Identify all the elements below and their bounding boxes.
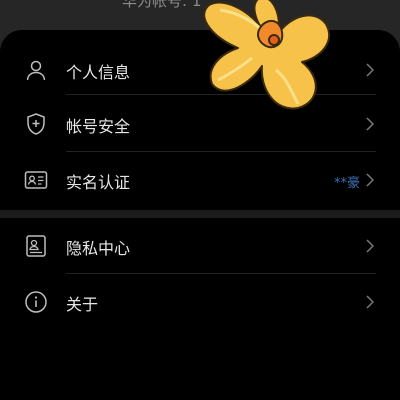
id-card-icon <box>24 171 48 189</box>
chevron-right-icon <box>366 173 374 187</box>
flower-sticker-icon <box>203 0 330 110</box>
chevron-right-icon <box>366 295 374 309</box>
shield-icon <box>27 113 45 135</box>
section-gap <box>0 210 400 218</box>
menu-card-secondary: 隐私中心 关于 <box>0 218 400 400</box>
info-icon <box>25 291 47 313</box>
menu-item-privacy-center[interactable]: 隐私中心 <box>0 218 400 274</box>
chevron-right-icon <box>366 239 374 253</box>
menu-item-label: 帐号安全 <box>66 117 131 136</box>
menu-item-label: 实名认证 <box>66 173 131 192</box>
menu-item-label: 关于 <box>66 295 99 314</box>
verified-name-value: **豪 <box>333 176 360 191</box>
privacy-icon <box>26 235 46 257</box>
person-icon <box>26 60 46 81</box>
menu-item-label: 个人信息 <box>66 63 131 82</box>
menu-item-about[interactable]: 关于 <box>0 274 400 330</box>
menu-item-real-name-verification[interactable]: 实名认证 **豪 <box>0 152 400 208</box>
menu-item-label: 隐私中心 <box>66 239 131 258</box>
chevron-right-icon <box>366 63 374 77</box>
account-settings-page: 华为帐号: 1 个人信息 帐号安全 实名认证 **豪 隐私中心 关于 <box>0 0 400 400</box>
chevron-right-icon <box>366 117 374 131</box>
